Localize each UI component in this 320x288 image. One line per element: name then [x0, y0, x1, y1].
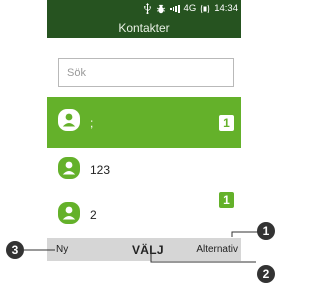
callout-2: 2: [257, 265, 275, 283]
search-placeholder: Sök: [67, 66, 86, 79]
contact-row-selected[interactable]: ; 1: [47, 97, 241, 148]
contact-sim-badge: 1: [219, 114, 234, 131]
contact-sim-badge: 1: [219, 192, 234, 208]
contact-name: 123: [90, 163, 111, 177]
contact-name: 2: [90, 208, 97, 222]
usb-icon: [143, 3, 152, 14]
softkey-bar: Ny VÄLJ Alternativ: [47, 238, 241, 261]
search-input[interactable]: Sök: [58, 58, 234, 87]
contact-row[interactable]: 2 1: [47, 192, 241, 230]
contact-row[interactable]: 123: [47, 155, 241, 185]
page-title: Kontakter: [118, 20, 170, 35]
status-bar: 4G 14:34: [47, 0, 241, 17]
phone-screen: 4G 14:34 Kontakter Sök ; 1 123 2 1 Ny VÄ…: [47, 0, 241, 261]
network-type-label: 4G: [183, 3, 197, 14]
bug-icon: [156, 4, 166, 14]
status-time: 14:34: [214, 3, 238, 14]
contact-avatar-icon: [58, 201, 80, 229]
contact-avatar-icon: [58, 156, 80, 184]
softkey-center-select[interactable]: VÄLJ: [132, 243, 164, 257]
callout-3: 3: [6, 241, 24, 259]
softkey-right-options[interactable]: Alternativ: [196, 244, 238, 255]
softkey-left-new[interactable]: Ny: [56, 244, 68, 255]
app-header: Kontakter: [47, 17, 241, 38]
battery-icon: [200, 4, 210, 14]
contact-avatar-icon: [58, 109, 80, 136]
callout-1: 1: [257, 222, 275, 240]
contact-name: ;: [90, 115, 94, 130]
signal-icon: [170, 4, 180, 13]
